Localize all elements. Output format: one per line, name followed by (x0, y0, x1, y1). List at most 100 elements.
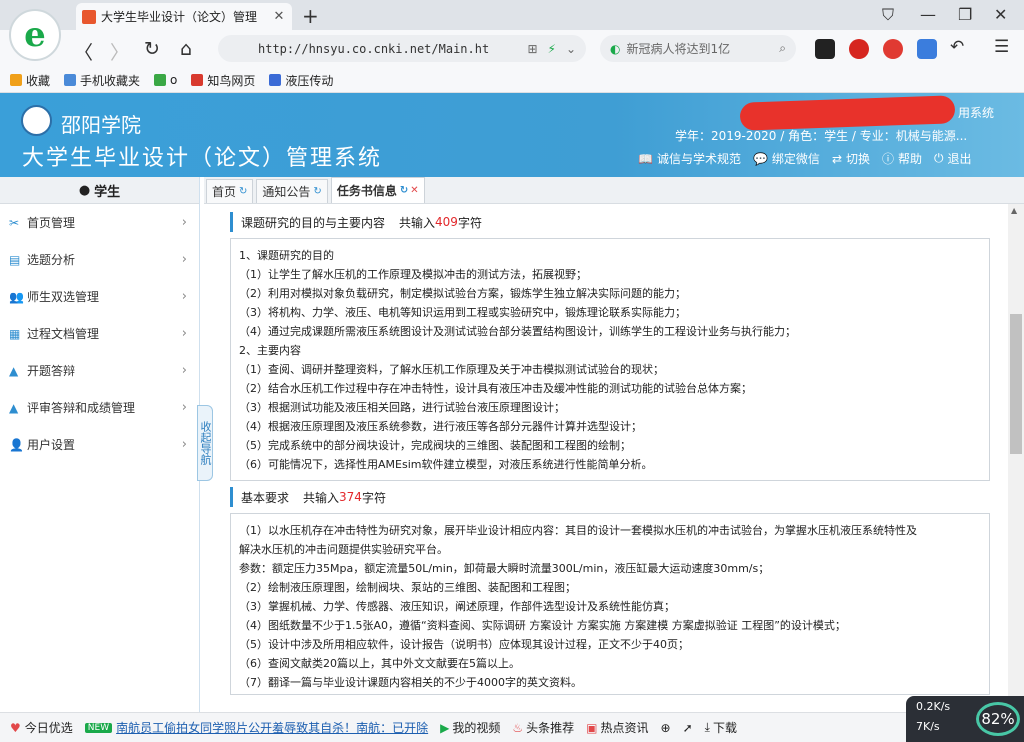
search-input[interactable]: 新冠病人将达到1亿 (626, 40, 779, 57)
school-seal-icon (21, 105, 52, 136)
qr-icon[interactable]: ⊞ (527, 42, 537, 56)
chevron-right-icon: › (181, 437, 187, 452)
skin-icon[interactable]: ⛉ (882, 5, 894, 25)
switch-link[interactable]: ⇄ 切换 (832, 150, 870, 167)
heart-icon: ♥ (10, 720, 21, 735)
abs-icon[interactable] (883, 39, 903, 59)
speed-mode-icon[interactable]: ⚡ (548, 42, 556, 56)
reload-icon[interactable]: ↻ (144, 38, 160, 60)
tab-close-icon[interactable]: ✕ (272, 9, 286, 24)
compass-icon[interactable]: ⊕ (661, 721, 671, 735)
bookmark-item[interactable]: o (154, 73, 177, 87)
sidebar-item-user-settings[interactable]: 👤 用户设置 › (0, 426, 199, 463)
new-tab-icon[interactable]: + (302, 4, 319, 28)
sidebar-item-home[interactable]: ✂ 首页管理 › (0, 204, 199, 241)
minimize-icon[interactable]: — (920, 5, 936, 24)
search-engine-icon[interactable]: ◐ (610, 42, 620, 56)
bookmark-item[interactable]: 手机收藏夹 (64, 72, 140, 89)
headline-recommend[interactable]: ♨ 头条推荐 (512, 719, 574, 736)
address-bar[interactable]: http://hnsyu.co.cnki.net/Main.ht ⊞ ⚡ ⌄ (218, 35, 586, 62)
tab-home[interactable]: 首页 ↻ (206, 179, 254, 203)
bind-wechat-link[interactable]: 💬 绑定微信 (753, 150, 820, 167)
section-header: 基本要求 共输入 374 字符 (230, 487, 1004, 507)
text-line: 1、课题研究的目的 (239, 249, 334, 262)
my-videos[interactable]: ▶ 我的视频 (440, 719, 500, 736)
chevron-right-icon: › (181, 289, 187, 304)
text-line: （3）将机构、力学、液压、电机等知识运用到工程或实验研究中，锻炼理论联系实际能力… (239, 306, 686, 319)
menu-icon[interactable]: ☰ (994, 37, 1009, 57)
refresh-icon[interactable]: ↻ (313, 186, 321, 197)
upload-speed: 0.2K/s (916, 700, 951, 713)
char-count: 374 (339, 490, 362, 504)
help-link[interactable]: ⓘ 帮助 (882, 150, 922, 167)
sidebar-item-proposal-defense[interactable]: ▲ 开题答辩 › (0, 352, 199, 389)
redaction-mark (739, 95, 956, 131)
star-icon (10, 74, 22, 86)
refresh-icon[interactable]: ↻ (400, 185, 408, 196)
header-links: 📖 诚信与学术规范 💬 绑定微信 ⇄ 切换 ⓘ 帮助 ⏻ 退出 (638, 150, 972, 167)
list-icon: ▤ (9, 252, 21, 267)
tab-notices[interactable]: 通知公告 ↻ (256, 179, 328, 203)
network-speed-widget[interactable]: 0.2K/s 7K/s 82% (906, 696, 1024, 742)
collapse-nav-button[interactable]: 收起导航 (197, 405, 213, 481)
sidebar-item-process-docs[interactable]: ▦ 过程文档管理 › (0, 315, 199, 352)
sidebar-item-review-grades[interactable]: ▲ 评审答辩和成绩管理 › (0, 389, 199, 426)
hot-news[interactable]: ▣ 热点资讯 (586, 719, 648, 736)
status-bar: ♥ 今日优选 NEW 南航员工偷拍女同学照片公开羞辱致其自杀！南航：已开除 ▶ 我的视… (0, 712, 1024, 742)
bookmark-item[interactable]: 知鸟网页 (191, 72, 255, 89)
user-circle-icon: ● (78, 182, 91, 198)
today-picks[interactable]: ♥ 今日优选 (10, 719, 73, 736)
help-icon: ⓘ (882, 152, 895, 166)
home-icon[interactable]: ⌂ (180, 38, 192, 60)
vertical-scrollbar[interactable]: ▲ (1008, 204, 1024, 712)
scroll-thumb[interactable] (1010, 314, 1022, 454)
logout-link[interactable]: ⏻ 退出 (934, 150, 972, 167)
text-line: （6）可能情况下，选择性用AMEsim软件建立模型，对液压系统进行性能简单分析。 (239, 458, 653, 471)
forward-icon[interactable]: 〉 (110, 38, 129, 65)
download-button[interactable]: ⤓ 下载 (705, 719, 737, 736)
requirements-textbox[interactable]: （1）以水压机存在冲击特性为研究对象，展开毕业设计相应内容：其目的设计一套模拟水… (230, 513, 990, 695)
sidebar-item-mutual-selection[interactable]: 👥 师生双选管理 › (0, 278, 199, 315)
switch-icon: ⇄ (831, 151, 842, 166)
news-icon: ▣ (586, 720, 598, 735)
scroll-up-icon[interactable]: ▲ (1011, 206, 1017, 215)
page-tabs: 首页 ↻ 通知公告 ↻ 任务书信息 ↻ ✕ (204, 177, 1024, 204)
section-requirements: 基本要求 共输入 374 字符 (230, 487, 1004, 507)
text-line: （4）根据液压原理图及液压系统参数，进行液压等各部分元器件计算并选型设计； (239, 420, 642, 433)
text-line: （4）图纸数量不少于1.5张A0，遵循“资料查阅、实际调研 方案设计 方案实施 … (239, 619, 846, 632)
refresh-icon[interactable]: ↻ (239, 186, 247, 197)
bookmark-item[interactable]: 液压传动 (269, 72, 333, 89)
close-tab-icon[interactable]: ✕ (410, 185, 418, 196)
apps-icon[interactable] (917, 39, 937, 59)
adblock-icon[interactable] (849, 39, 869, 59)
text-line: （1）以水压机存在冲击特性为研究对象，展开毕业设计相应内容：其目的设计一套模拟水… (239, 524, 917, 537)
browser-tab[interactable]: 大学生毕业设计（论文）管理 ✕ (76, 3, 292, 30)
bookmark-item[interactable]: 收藏 (10, 72, 50, 89)
fire-icon: ♨ (512, 720, 524, 735)
search-box[interactable]: ◐ 新冠病人将达到1亿 ⌕ (600, 35, 796, 62)
user-info: 学年：2019-2020 / 角色：学生 / 专业：机械与能源... (675, 129, 968, 143)
news-ticker[interactable]: NEW 南航员工偷拍女同学照片公开羞辱致其自杀！南航：已开除 (84, 719, 428, 736)
chevron-right-icon: › (181, 400, 187, 415)
main-content: 课题研究的目的与主要内容 共输入 409 字符 1、课题研究的目的 （1）让学生了解水… (204, 204, 1008, 712)
maximize-icon[interactable]: ❐ (958, 5, 972, 24)
system-title: 大学生毕业设计（论文）管理系统 (22, 146, 383, 171)
sidebar-role-header: ● 学生 (0, 177, 199, 204)
dropdown-icon[interactable]: ⌄ (566, 42, 576, 56)
hydraulic-icon (269, 74, 282, 86)
text-line: 2、主要内容 (239, 344, 301, 357)
sidebar-item-topic-analysis[interactable]: ▤ 选题分析 › (0, 241, 199, 278)
search-icon[interactable]: ⌕ (779, 41, 786, 56)
text-line: （2）绘制液压原理图，绘制阀块、泵站的三维图、装配图和工程图； (239, 581, 576, 594)
browser-logo-icon[interactable]: e (9, 9, 61, 61)
text-line: （5）设计中涉及所用相应软件，设计报告（说明书）应体现其设计过程，正文不少于40… (239, 638, 689, 651)
undo-icon[interactable]: ↶ (950, 37, 964, 57)
tab-task-book[interactable]: 任务书信息 ↻ ✕ (330, 177, 425, 203)
integrity-link[interactable]: 📖 诚信与学术规范 (638, 150, 741, 167)
rocket-icon[interactable]: ➚ (683, 721, 693, 735)
purpose-textbox[interactable]: 1、课题研究的目的 （1）让学生了解水压机的工作原理及模拟冲击的测试方法，拓展视野… (230, 238, 990, 481)
close-window-icon[interactable]: ✕ (994, 5, 1007, 24)
extension-icon[interactable] (815, 39, 835, 59)
chevron-right-icon: › (181, 363, 187, 378)
back-icon[interactable]: 〈 (74, 38, 93, 65)
